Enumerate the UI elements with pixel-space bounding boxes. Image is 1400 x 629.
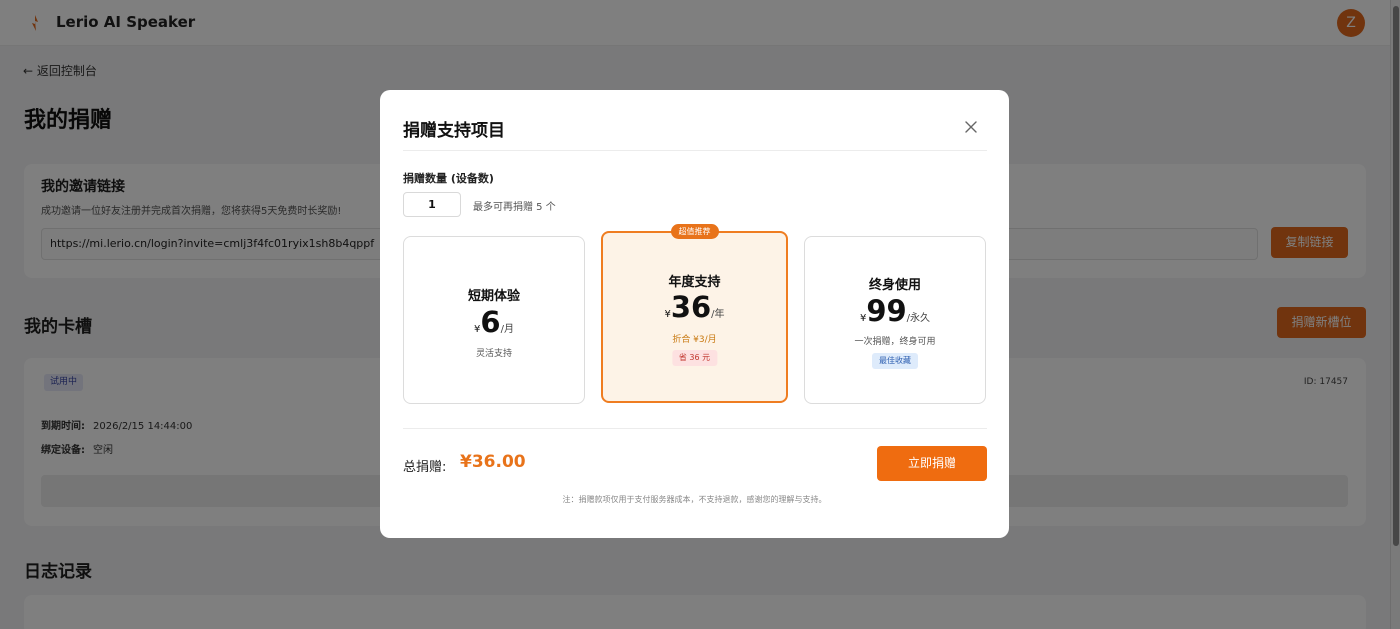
best-value-tag: 最佳收藏 — [872, 353, 918, 369]
modal-title: 捐赠支持项目 — [403, 121, 505, 141]
quantity-input[interactable] — [403, 192, 461, 217]
close-icon[interactable] — [962, 118, 980, 136]
savings-tag: 省 36 元 — [671, 350, 718, 366]
plan-name: 年度支持 — [668, 275, 721, 290]
plan-price-value: 99 — [866, 294, 907, 328]
plan-card-annual[interactable]: 超值推荐 年度支持 ¥36/年 折合 ¥3/月 省 36 元 — [601, 224, 788, 403]
plan-card-lifetime[interactable]: 终身使用 ¥99/永久 一次捐赠，终身可用 最佳收藏 — [804, 236, 986, 404]
plan-price: ¥6/月 — [404, 305, 584, 339]
plan-unit: /永久 — [906, 313, 931, 324]
plan-price-value: 36 — [670, 290, 712, 324]
plan-subtitle: 折合 ¥3/月 — [672, 335, 717, 345]
plan-price-value: 6 — [480, 305, 501, 339]
plan-unit: /月 — [500, 324, 514, 335]
plan-name: 短期体验 — [467, 289, 520, 304]
plan-unit: /年 — [711, 309, 725, 320]
refund-note: 注：捐赠款项仅用于支付服务器成本，不支持退款，感谢您的理解与支持。 — [562, 495, 827, 504]
total-label: 总捐赠: — [403, 460, 447, 475]
quantity-hint: 最多可再捐赠 5 个 — [473, 202, 556, 213]
donate-now-button[interactable]: 立即捐赠 — [877, 446, 987, 481]
plan-price: ¥36/年 — [603, 290, 786, 324]
total-value: ¥36.00 — [460, 452, 526, 472]
modal-header-divider — [403, 150, 987, 151]
modal-footer-divider — [403, 428, 987, 429]
plan-subtitle: 灵活支持 — [475, 349, 512, 359]
quantity-label: 捐赠数量 (设备数) — [403, 172, 494, 185]
plan-price: ¥99/永久 — [805, 294, 985, 328]
recommended-ribbon: 超值推荐 — [670, 224, 719, 239]
plan-card-short-term[interactable]: 短期体验 ¥6/月 灵活支持 — [403, 236, 585, 404]
plan-subtitle: 一次捐赠，终身可用 — [854, 337, 936, 347]
plan-name: 终身使用 — [868, 278, 921, 293]
donation-modal: 捐赠支持项目 捐赠数量 (设备数) 最多可再捐赠 5 个 短期体验 ¥6/月 灵… — [380, 90, 1009, 538]
